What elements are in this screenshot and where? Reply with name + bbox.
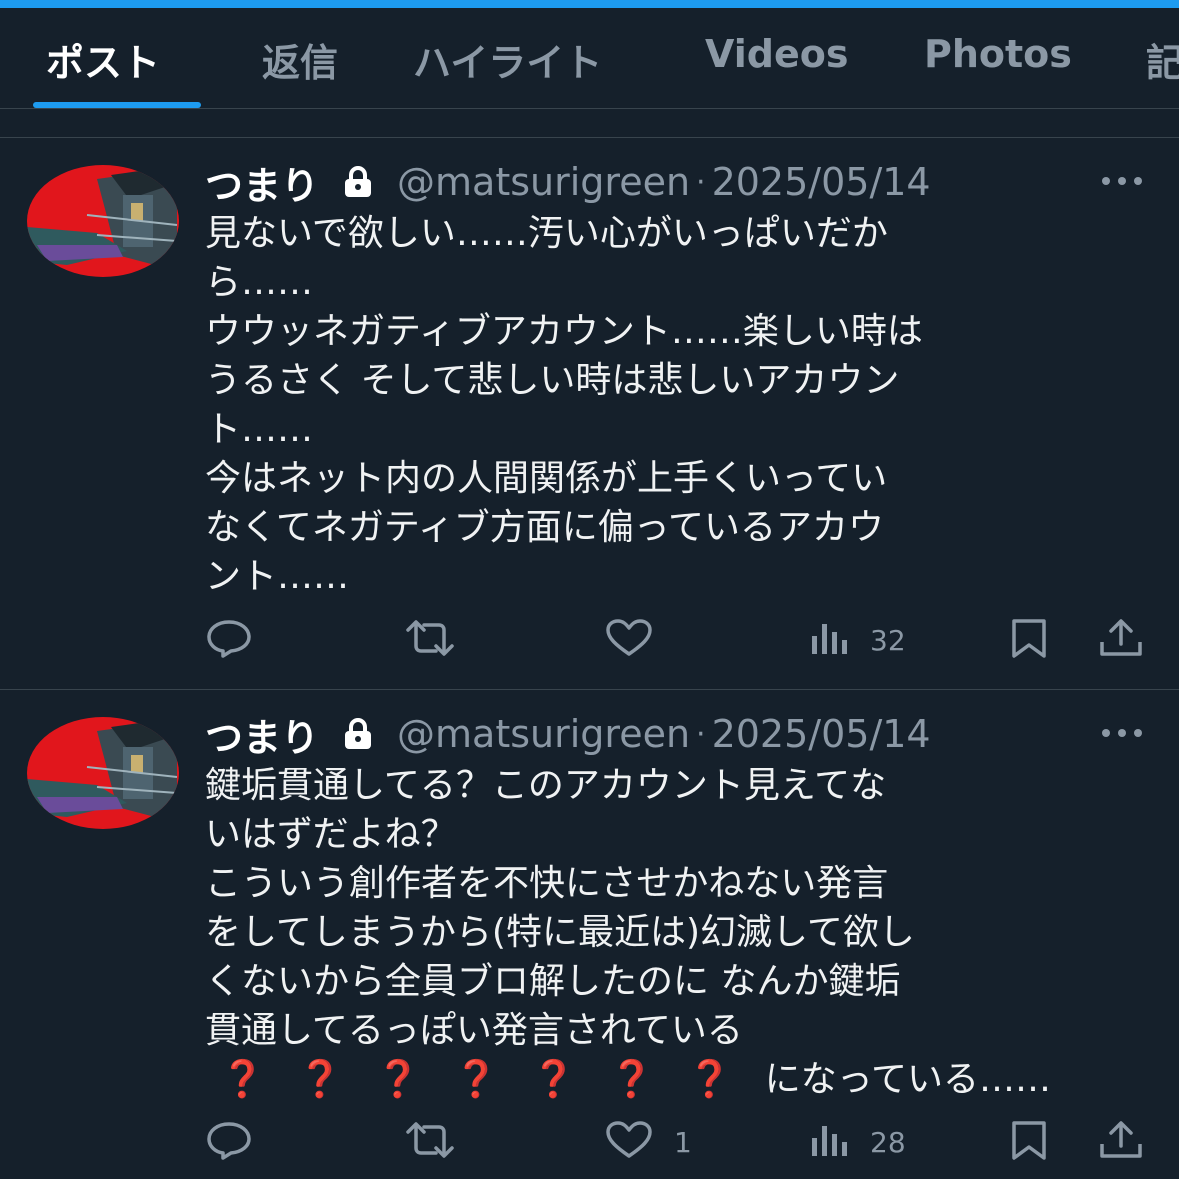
views-icon xyxy=(808,618,850,662)
like-icon xyxy=(604,618,654,662)
avatar[interactable] xyxy=(27,717,179,829)
retweet-button[interactable] xyxy=(402,1120,458,1164)
question-mark-emoji: ❓ xyxy=(297,1059,343,1100)
tweet-text-line: をしてしまうから(特に最近は)幻滅して欲し xyxy=(205,912,915,953)
tweet-text-line: 貫通してるっぽい発言されている xyxy=(205,1010,743,1051)
tweet-header: つまり @matsurigreen · 2025/05/14 xyxy=(205,707,931,762)
lock-icon xyxy=(341,165,375,199)
separator: · xyxy=(696,716,706,752)
question-mark-emoji: ❓ xyxy=(686,1059,732,1100)
profile-tabs: ポスト 返信 ハイライト Videos Photos 記 xyxy=(0,8,1179,109)
reply-icon xyxy=(205,1120,253,1164)
retweet-icon xyxy=(402,1120,458,1164)
question-mark-emoji: ❓ xyxy=(609,1059,654,1100)
view-count: 32 xyxy=(870,623,906,657)
like-icon xyxy=(604,1120,654,1164)
active-tab-indicator xyxy=(33,102,201,108)
tab-posts[interactable]: ポスト xyxy=(46,32,160,87)
top-accent-bar xyxy=(0,0,1179,8)
tweet-text-line: いはずだよね？ xyxy=(205,814,457,855)
views-icon xyxy=(808,1120,850,1164)
tweet-text-line: なくてネガティブ方面に偏っているアカウ xyxy=(205,507,884,548)
views-button[interactable]: 32 xyxy=(808,618,906,662)
tweet-actions: 1 28 xyxy=(0,1120,1179,1164)
divider xyxy=(0,689,1179,690)
display-name[interactable]: つまり xyxy=(205,155,319,210)
tweet-header: つまり @matsurigreen · 2025/05/14 xyxy=(205,155,931,210)
share-icon xyxy=(1098,618,1144,662)
bookmark-button[interactable] xyxy=(1008,618,1050,662)
question-mark-emoji: ❓ xyxy=(531,1059,577,1100)
handle[interactable]: @matsurigreen xyxy=(397,712,690,756)
tab-highlights[interactable]: ハイライト xyxy=(413,32,602,87)
timestamp[interactable]: 2025/05/14 xyxy=(712,160,931,204)
tweet-text-line: 鍵垢貫通してる？このアカウント見えてな xyxy=(205,765,887,806)
question-mark-emoji: ❓ xyxy=(375,1059,421,1100)
question-mark-emoji: ❓ xyxy=(220,1059,265,1100)
tweet-text-fragment: になっている…… xyxy=(764,1059,1051,1100)
tab-replies[interactable]: 返信 xyxy=(262,32,338,87)
tweet-text-line: うるさく そして悲しい時は悲しいアカウン xyxy=(205,360,900,401)
tweet-text-line: ら…… xyxy=(205,262,314,303)
tweet-actions: 32 xyxy=(0,618,1179,662)
share-icon xyxy=(1098,1120,1144,1164)
tweet-text-line: ト…… xyxy=(205,409,314,450)
bookmark-icon xyxy=(1008,1120,1050,1164)
view-count: 28 xyxy=(870,1125,906,1159)
share-button[interactable] xyxy=(1098,618,1144,662)
bookmark-icon xyxy=(1008,618,1050,662)
tweet-emoji-line: ❓ ❓ ❓ ❓ ❓ ❓ ❓ になっている…… xyxy=(220,1055,1051,1104)
avatar[interactable] xyxy=(27,165,179,277)
more-icon[interactable] xyxy=(1100,723,1144,747)
share-button[interactable] xyxy=(1098,1120,1144,1164)
tweet-text-line: ント…… xyxy=(205,556,350,597)
tab-photos[interactable]: Photos xyxy=(924,32,1072,76)
tab-videos[interactable]: Videos xyxy=(705,32,848,76)
tweet-text-line: こういう創作者を不快にさせかねない発言 xyxy=(205,863,889,904)
tweet-text-line: 見ないで欲しい……汚い心がいっぱいだか xyxy=(205,213,888,254)
lock-icon xyxy=(341,717,375,751)
tweet-text-line: 今はネット内の人間関係が上手くいってい xyxy=(205,458,888,499)
tweet-text-line: くないから全員ブロ解したのに なんか鍵垢 xyxy=(205,961,901,1002)
bookmark-button[interactable] xyxy=(1008,1120,1050,1164)
like-count: 1 xyxy=(674,1125,692,1159)
question-mark-emoji: ❓ xyxy=(453,1059,499,1100)
timestamp[interactable]: 2025/05/14 xyxy=(712,712,931,756)
like-button[interactable] xyxy=(604,618,674,662)
reply-button[interactable] xyxy=(205,618,253,662)
separator: · xyxy=(696,164,706,200)
reply-icon xyxy=(205,618,253,662)
reply-button[interactable] xyxy=(205,1120,253,1164)
like-button[interactable]: 1 xyxy=(604,1120,692,1164)
retweet-icon xyxy=(402,618,458,662)
tweet-text-line: ウウッネガティブアカウント……楽しい時は xyxy=(205,311,923,352)
display-name[interactable]: つまり xyxy=(205,707,319,762)
tab-articles[interactable]: 記 xyxy=(1146,32,1179,87)
divider xyxy=(0,137,1179,138)
retweet-button[interactable] xyxy=(402,618,458,662)
more-icon[interactable] xyxy=(1100,171,1144,195)
handle[interactable]: @matsurigreen xyxy=(397,160,690,204)
views-button[interactable]: 28 xyxy=(808,1120,906,1164)
